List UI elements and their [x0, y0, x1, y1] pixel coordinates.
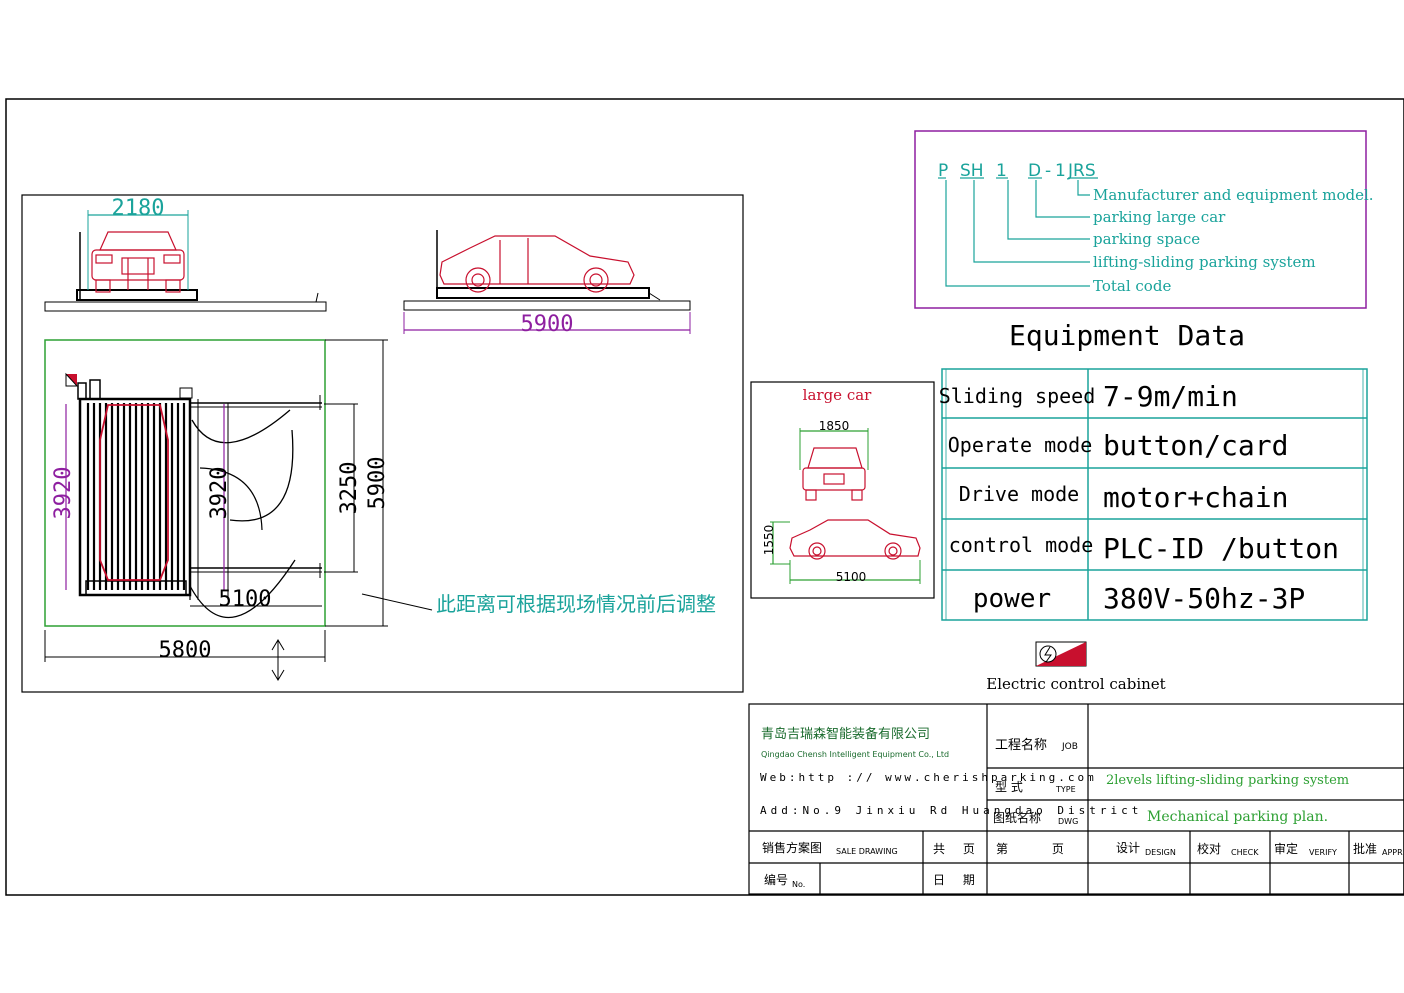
legend-large-car: parking large car	[1093, 208, 1226, 226]
dwg-label-cn: 图纸名称	[993, 810, 1041, 825]
drawing-sheet: 2180 5900 3920 3920 3250 5900 5100 5800 …	[5, 98, 1404, 896]
verify-label-cn: 审定	[1274, 841, 1298, 856]
check-label-en: CHECK	[1231, 848, 1259, 857]
job-label-en: JOB	[1061, 742, 1078, 752]
row-value-control: PLC-ID /button	[1103, 532, 1339, 565]
legend-parking-space: parking space	[1093, 230, 1200, 248]
approve-label-en: APPR	[1382, 848, 1403, 857]
row-value-speed: 7-9m/min	[1103, 380, 1238, 413]
large-car-width: 1850	[819, 419, 850, 433]
design-label-cn: 设计	[1116, 841, 1140, 855]
row-label-drive: Drive mode	[959, 482, 1079, 506]
check-label-cn: 校对	[1197, 841, 1221, 856]
number-label-cn: 编号	[764, 872, 788, 887]
total-pages: 共 页	[933, 842, 975, 856]
car-front-small-icon	[802, 447, 866, 501]
company-name-cn: 青岛吉瑞森智能装备有限公司	[761, 726, 930, 742]
large-car-height: 1550	[762, 525, 776, 556]
row-value-drive: motor+chain	[1103, 481, 1288, 514]
type-label-en: TYPE	[1055, 785, 1076, 794]
company-address: Add:No.9 Jinxiu Rd Huangdao District	[760, 804, 1142, 817]
car-top-icon	[99, 404, 169, 581]
row-value-power: 380V-50hz-3P	[1103, 582, 1305, 615]
cabinet-label: Electric control cabinet	[986, 675, 1165, 693]
large-car-length: 5100	[836, 570, 867, 584]
type-value: 2levels lifting-sliding parking system	[1106, 773, 1349, 788]
equipment-title: Equipment Data	[1009, 319, 1245, 352]
code-part-1b: 1	[1055, 161, 1066, 181]
approve-label-cn: 批准	[1353, 841, 1377, 856]
adjustment-note: 此距离可根据现场情况前后调整	[436, 592, 716, 616]
company-name-en: Qingdao Chensh Intelligent Equipment Co.…	[761, 750, 949, 759]
car-side-small-icon	[789, 519, 921, 560]
legend-system: lifting-sliding parking system	[1093, 253, 1316, 271]
number-label-en: No.	[792, 880, 805, 889]
verify-label-en: VERIFY	[1309, 848, 1337, 857]
title-block-text: 青岛吉瑞森智能装备有限公司 Qingdao Chensh Intelligent…	[760, 726, 1403, 889]
page-number: 第 页	[996, 842, 1064, 856]
design-label-en: DESIGN	[1145, 848, 1176, 857]
dim-plan-height-left: 3920	[51, 467, 76, 520]
row-value-operate: button/card	[1103, 429, 1288, 462]
dim-plan-height-mid: 3920	[207, 467, 232, 520]
model-code-leaders	[938, 177, 1098, 287]
row-label-power: power	[973, 584, 1051, 614]
dim-plan-outer: 5900	[365, 457, 390, 510]
dwg-value: Mechanical parking plan.	[1147, 809, 1328, 825]
company-web: Web:http :// www.cherishparking.com	[760, 771, 1097, 784]
code-part-dash: -	[1045, 161, 1051, 181]
date-label: 日 期	[933, 873, 975, 887]
electric-cabinet-icon	[1035, 641, 1087, 667]
side-view	[44, 210, 327, 312]
model-code-legend: Manufacturer and equipment model. parkin…	[1093, 186, 1374, 295]
row-label-control: control mode	[949, 533, 1094, 557]
car-front-icon	[91, 231, 185, 293]
dwg-label-en: DWG	[1058, 817, 1078, 826]
dim-plan-gap: 5100	[219, 587, 272, 612]
sale-drawing-cn: 销售方案图	[762, 840, 822, 855]
large-car-title: large car	[803, 386, 873, 404]
dim-plan-width: 5800	[159, 638, 212, 663]
dim-front-length: 5900	[521, 312, 574, 337]
row-label-operate: Operate mode	[948, 433, 1093, 457]
equipment-labels: Sliding speed Operate mode Drive mode co…	[939, 380, 1339, 615]
legend-manufacturer: Manufacturer and equipment model.	[1093, 186, 1374, 204]
large-car-drawing	[770, 428, 921, 584]
job-label-cn: 工程名称	[995, 737, 1047, 753]
legend-total-code: Total code	[1093, 277, 1171, 295]
sale-drawing-en: SALE DRAWING	[836, 847, 898, 856]
type-label-cn: 型 式	[995, 780, 1023, 794]
row-label-speed: Sliding speed	[939, 384, 1096, 408]
car-side-icon	[439, 235, 635, 293]
dim-plan-inner: 3250	[337, 462, 362, 515]
dim-side-width: 2180	[112, 196, 165, 221]
